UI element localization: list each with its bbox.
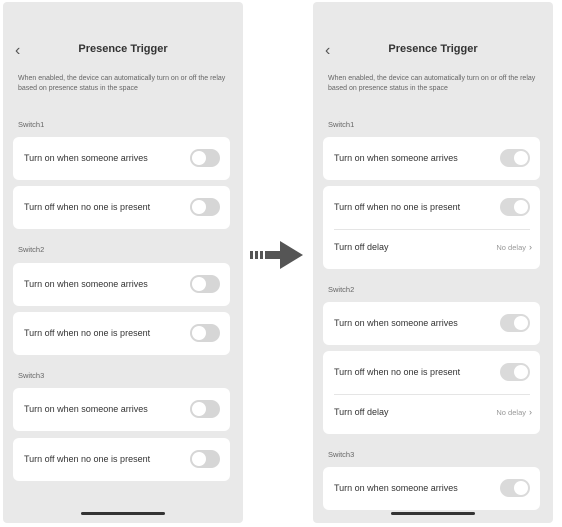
toggle-switch[interactable] [500,314,530,332]
delay-value-text: No delay [496,243,526,252]
row-turn-off-delay[interactable]: Turn off delay No delay › [323,391,540,434]
toggle-switch[interactable] [500,198,530,216]
description-text: When enabled, the device can automatical… [328,75,536,92]
card-switch3-on: Turn on when someone arrives [13,388,230,431]
toggle-switch[interactable] [500,363,530,381]
card-switch2-on: Turn on when someone arrives [13,263,230,306]
section-label-switch3: Switch3 [328,450,355,459]
row-label: Turn off when no one is present [24,454,151,464]
delay-value-text: No delay [496,408,526,417]
row-turn-off: Turn off when no one is present [323,351,540,394]
row-label: Turn on when someone arrives [334,483,458,493]
toggle-knob [514,481,528,495]
toggle-switch[interactable] [190,275,220,293]
row-turn-on: Turn on when someone arrives [13,137,230,180]
section-label-switch1: Switch1 [18,120,45,129]
section-label-switch2: Switch2 [328,285,355,294]
card-switch1-off: Turn off when no one is present [13,186,230,229]
toggle-knob [192,326,206,340]
header: ‹ Presence Trigger [3,42,243,60]
row-turn-off-delay[interactable]: Turn off delay No delay › [323,226,540,269]
row-label: Turn on when someone arrives [24,153,148,163]
row-label: Turn on when someone arrives [24,279,148,289]
row-label: Turn off delay [334,242,389,252]
row-label: Turn off when no one is present [334,367,461,377]
toggle-knob [192,200,206,214]
card-switch2-on: Turn on when someone arrives [323,302,540,345]
section-label-switch3: Switch3 [18,371,45,380]
toggle-switch[interactable] [500,149,530,167]
toggle-knob [192,452,206,466]
row-label: Turn off when no one is present [24,202,151,212]
row-turn-on: Turn on when someone arrives [323,137,540,180]
toggle-switch[interactable] [190,400,220,418]
description-text: When enabled, the device can automatical… [18,75,226,92]
delay-value[interactable]: No delay › [496,226,532,269]
screen-after: ‹ Presence Trigger When enabled, the dev… [313,2,553,523]
home-indicator[interactable] [391,512,475,515]
card-switch3-on: Turn on when someone arrives [323,467,540,510]
card-switch1-off: Turn off when no one is present Turn off… [323,186,540,269]
toggle-switch[interactable] [190,149,220,167]
toggle-knob [514,365,528,379]
delay-value[interactable]: No delay › [496,391,532,434]
row-label: Turn off delay [334,407,389,417]
toggle-switch[interactable] [500,479,530,497]
row-turn-off: Turn off when no one is present [13,438,230,481]
chevron-right-icon: › [529,242,532,252]
row-turn-on: Turn on when someone arrives [323,302,540,345]
row-label: Turn off when no one is present [334,202,461,212]
screen-before: ‹ Presence Trigger When enabled, the dev… [3,2,243,523]
toggle-knob [514,316,528,330]
toggle-knob [514,200,528,214]
page-title: Presence Trigger [388,43,478,55]
card-switch2-off: Turn off when no one is present [13,312,230,355]
section-label-switch1: Switch1 [328,120,355,129]
row-label: Turn on when someone arrives [334,318,458,328]
row-turn-off: Turn off when no one is present [13,186,230,229]
row-label: Turn on when someone arrives [334,153,458,163]
row-turn-on: Turn on when someone arrives [323,467,540,510]
row-label: Turn on when someone arrives [24,404,148,414]
card-switch3-off: Turn off when no one is present [13,438,230,481]
section-label-switch2: Switch2 [18,245,45,254]
row-turn-on: Turn on when someone arrives [13,388,230,431]
toggle-knob [192,402,206,416]
card-switch1-on: Turn on when someone arrives [13,137,230,180]
home-indicator[interactable] [81,512,165,515]
toggle-switch[interactable] [190,450,220,468]
card-switch1-on: Turn on when someone arrives [323,137,540,180]
header: ‹ Presence Trigger [313,42,553,60]
row-label: Turn off when no one is present [24,328,151,338]
toggle-switch[interactable] [190,198,220,216]
row-turn-off: Turn off when no one is present [323,186,540,229]
chevron-right-icon: › [529,407,532,417]
page-title: Presence Trigger [78,43,168,55]
toggle-knob [192,277,206,291]
toggle-knob [192,151,206,165]
row-turn-on: Turn on when someone arrives [13,263,230,306]
toggle-knob [514,151,528,165]
toggle-switch[interactable] [190,324,220,342]
row-turn-off: Turn off when no one is present [13,312,230,355]
card-switch2-off: Turn off when no one is present Turn off… [323,351,540,434]
arrow-right-icon [250,241,303,269]
